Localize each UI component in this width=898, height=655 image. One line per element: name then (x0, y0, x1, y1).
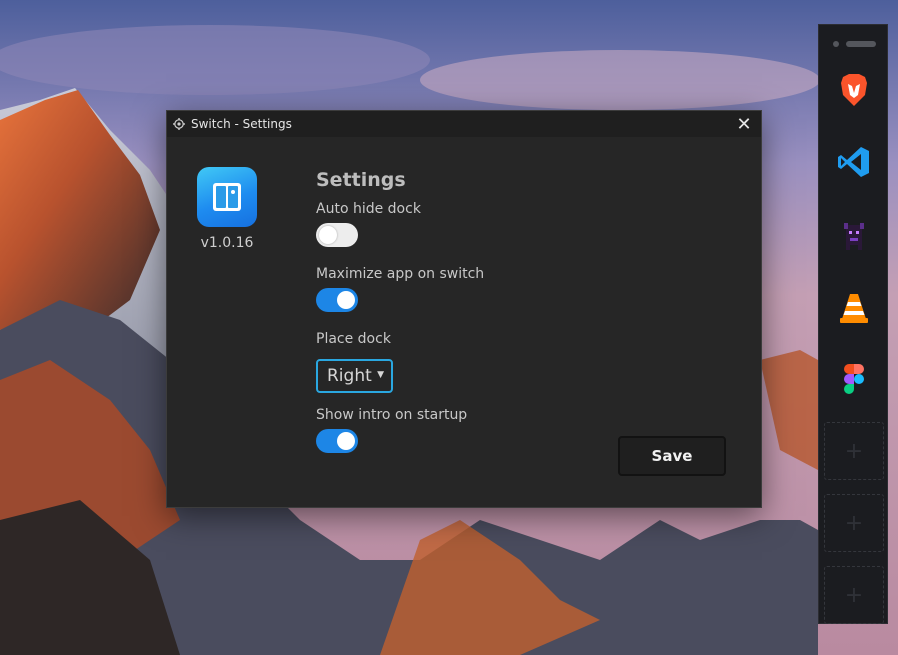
vlc-icon[interactable] (834, 288, 874, 328)
empty-dock-slot[interactable]: + (824, 566, 884, 624)
place-dock-value: Right (327, 366, 372, 386)
settings-heading: Settings (316, 169, 406, 191)
vscode-icon[interactable] (834, 142, 874, 182)
show-intro-toggle[interactable] (316, 429, 358, 453)
add-icon: + (844, 510, 864, 536)
auto-hide-dock-row: Auto hide dock (316, 201, 736, 266)
add-icon: + (844, 582, 864, 608)
app-version: v1.0.16 (200, 235, 254, 251)
show-intro-label: Show intro on startup (316, 407, 468, 423)
app-logo (197, 167, 257, 227)
empty-dock-slot[interactable]: + (824, 422, 884, 480)
switch-logo-icon (213, 183, 241, 211)
auto-hide-dock-label: Auto hide dock (316, 201, 421, 217)
save-button[interactable]: Save (618, 436, 726, 476)
dock-handle-dot[interactable] (833, 41, 839, 47)
chevron-down-icon: ▼ (377, 370, 384, 380)
auto-hide-dock-toggle[interactable] (316, 223, 358, 247)
empty-dock-slot[interactable]: + (824, 494, 884, 552)
pixel-creature-icon[interactable] (834, 217, 874, 257)
window-title: Switch - Settings (191, 117, 292, 131)
maximize-app-row: Maximize app on switch (316, 266, 736, 331)
maximize-app-label: Maximize app on switch (316, 266, 485, 282)
brave-icon[interactable] (834, 70, 874, 110)
close-button[interactable]: ✕ (727, 111, 761, 137)
settings-panel: Settings Auto hide dock Maximize app on … (316, 169, 736, 453)
place-dock-label: Place dock (316, 331, 391, 347)
close-icon: ✕ (736, 113, 752, 135)
app-dock: + + + (818, 24, 888, 624)
toggle-knob (337, 291, 355, 309)
app-gear-icon (173, 118, 185, 130)
maximize-app-toggle[interactable] (316, 288, 358, 312)
dock-drag-handle[interactable] (846, 41, 876, 47)
title-bar[interactable]: Switch - Settings ✕ (167, 111, 761, 137)
place-dock-row: Place dock Right ▼ (316, 331, 736, 407)
toggle-knob (337, 432, 355, 450)
add-icon: + (844, 438, 864, 464)
figma-icon[interactable] (834, 360, 874, 400)
settings-window: Switch - Settings ✕ v1.0.16 Settings Aut… (166, 110, 762, 508)
toggle-knob (319, 226, 337, 244)
place-dock-select[interactable]: Right ▼ (316, 359, 393, 393)
